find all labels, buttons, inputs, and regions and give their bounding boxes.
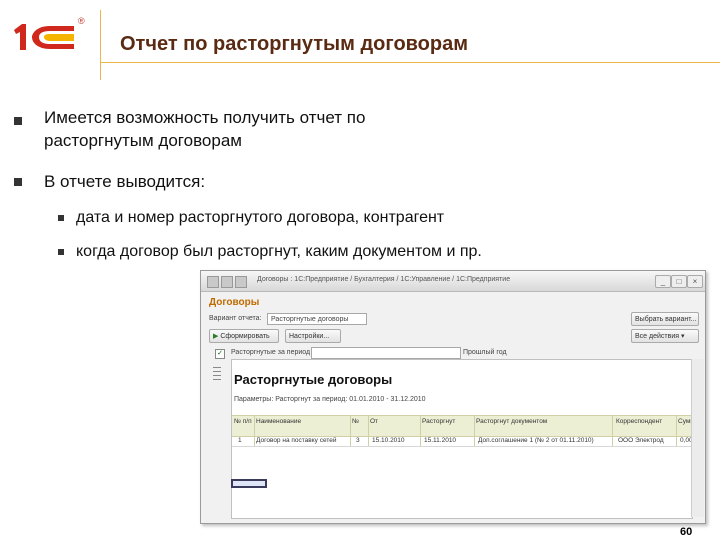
minimize-icon[interactable]: _ <box>655 275 671 288</box>
report-window-screenshot: Договоры : 1С:Предприятие / Бухгалтерия … <box>200 270 706 524</box>
forward-icon[interactable] <box>235 276 247 288</box>
report-variant-label: Вариант отчета: <box>209 315 262 322</box>
column-header: № п/п <box>234 418 252 425</box>
table-cell: 15.11.2010 <box>424 437 457 444</box>
window-title: Договоры : 1С:Предприятие / Бухгалтерия … <box>257 276 511 283</box>
window-titlebar: Договоры : 1С:Предприятие / Бухгалтерия … <box>201 271 705 292</box>
app-icon <box>207 276 219 288</box>
choose-variant-button[interactable]: Выбрать вариант... <box>631 312 699 326</box>
column-header: Наименование <box>256 418 302 425</box>
report-variant-select[interactable]: Расторгнутые договоры <box>267 313 367 325</box>
column-header: № <box>352 418 359 425</box>
vertical-scrollbar[interactable] <box>691 359 704 517</box>
sub-bullet-square <box>58 215 64 221</box>
table-row[interactable]: 1 Договор на поставку сетей 3 15.10.2010… <box>232 436 693 447</box>
filter-value[interactable]: Прошлый год <box>463 349 507 356</box>
report-parameters: Параметры: Расторгнут за период: 01.01.2… <box>234 396 426 403</box>
group-gutter <box>213 367 223 427</box>
column-header: Расторгнут <box>422 418 456 425</box>
page-number: 60 <box>680 526 693 538</box>
slide-title: Отчет по расторгнутым договорам <box>120 33 469 55</box>
selected-cell-cursor[interactable] <box>231 479 267 488</box>
1c-logo-icon <box>14 24 74 50</box>
back-icon[interactable] <box>221 276 233 288</box>
maximize-icon[interactable]: □ <box>671 275 687 288</box>
close-icon[interactable]: × <box>687 275 703 288</box>
form-name: Договоры <box>209 297 260 308</box>
bullet-text: В отчете выводится: <box>44 172 206 191</box>
table-cell: ООО Электрод <box>618 437 664 444</box>
table-cell: 15.10.2010 <box>372 437 405 444</box>
bullet-square <box>14 178 22 186</box>
table-cell: 1 <box>238 437 242 444</box>
sub-bullet-text: когда договор был расторгнут, каким доку… <box>76 243 482 260</box>
table-cell: 3 <box>356 437 360 444</box>
column-header: Корреспондент <box>616 418 663 425</box>
bullet-square <box>14 117 22 125</box>
report-title: Расторгнутые договоры <box>234 372 393 387</box>
sub-bullet-square <box>58 249 64 255</box>
header-vertical-line <box>100 10 101 80</box>
filter-checkbox[interactable]: ✓ <box>215 349 225 359</box>
report-sheet: Расторгнутые договоры Параметры: Расторг… <box>231 359 698 519</box>
table-cell: Доп.соглашение 1 (№ 2 от 01.11.2010) <box>478 437 594 444</box>
bullet-text: Имеется возможность получить отчет по ра… <box>44 108 366 150</box>
all-actions-button[interactable]: Все действия ▾ <box>631 329 699 343</box>
column-header: Расторгнут документом <box>476 418 548 425</box>
filter-condition-field[interactable] <box>311 347 461 359</box>
column-header: От <box>370 418 379 425</box>
table-header: № п/п Наименование № От Расторгнут Расто… <box>232 415 698 446</box>
header-horizontal-line <box>100 62 720 63</box>
filter-label: Расторгнутые за период <box>231 349 311 356</box>
1c-logo: ® <box>12 16 94 54</box>
generate-button-label: Сформировать <box>220 333 270 340</box>
registered-mark: ® <box>78 16 85 26</box>
sub-bullet-text: дата и номер расторгнутого договора, кон… <box>76 209 445 226</box>
settings-button[interactable]: Настройки... <box>285 329 341 343</box>
table-cell: Договор на поставку сетей <box>256 437 337 444</box>
generate-button[interactable]: ▶ Сформировать <box>209 329 279 343</box>
